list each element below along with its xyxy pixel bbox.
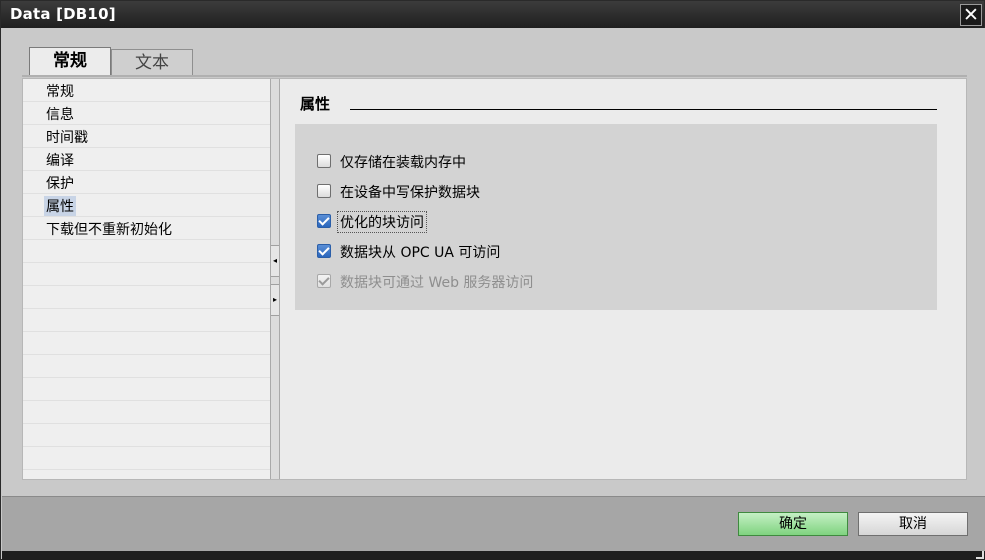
- nav-item-timestamp[interactable]: 时间戳: [23, 125, 270, 148]
- cancel-button[interactable]: 取消: [858, 512, 968, 536]
- nav-item-general[interactable]: 常规: [23, 79, 270, 102]
- tab-panel: 常规 信息 时间戳 编译 保护 属性 下载但不重新初始化 ◂ ▸ 属性 仅存储在…: [22, 78, 967, 480]
- nav-item-label: 编译: [46, 153, 74, 169]
- nav-empty-row: [23, 401, 270, 424]
- window-title: Data [DB10]: [10, 5, 116, 23]
- nav-item-label: 下载但不重新初始化: [46, 222, 172, 238]
- section-divider: [350, 109, 937, 110]
- title-bar[interactable]: Data [DB10] ✕: [1, 1, 984, 28]
- nav-item-attributes[interactable]: 属性: [23, 194, 270, 217]
- section-title: 属性: [300, 95, 331, 113]
- resize-grip-icon[interactable]: [976, 551, 984, 559]
- checkbox-label: 数据块从 OPC UA 可访问: [340, 245, 501, 261]
- nav-item-label: 属性: [44, 196, 76, 216]
- properties-pane: 属性 仅存储在装载内存中 在设备中写保护数据块 优化的块访问 数据块从 OPC …: [280, 79, 966, 479]
- nav-empty-row: [23, 286, 270, 309]
- attributes-group: 仅存储在装载内存中 在设备中写保护数据块 优化的块访问 数据块从 OPC UA …: [295, 124, 937, 310]
- checkbox[interactable]: [317, 214, 331, 228]
- nav-tree: 常规 信息 时间戳 编译 保护 属性 下载但不重新初始化: [23, 79, 270, 479]
- nav-item-compile[interactable]: 编译: [23, 148, 270, 171]
- nav-item-info[interactable]: 信息: [23, 102, 270, 125]
- nav-empty-row: [23, 424, 270, 447]
- dialog-window: Data [DB10] ✕ 常规 文本 常规 信息 时间戳 编译 保护 属性 下…: [0, 0, 985, 560]
- checkbox-label: 仅存储在装载内存中: [340, 155, 466, 171]
- checkbox[interactable]: [317, 154, 331, 168]
- nav-item-protection[interactable]: 保护: [23, 171, 270, 194]
- dialog-content: 常规 文本 常规 信息 时间戳 编译 保护 属性 下载但不重新初始化 ◂ ▸ 属…: [2, 28, 985, 496]
- status-strip: [2, 551, 985, 560]
- checkbox-label: 优化的块访问: [337, 211, 427, 233]
- nav-empty-row: [23, 309, 270, 332]
- nav-empty-row: [23, 332, 270, 355]
- close-icon[interactable]: ✕: [960, 4, 982, 26]
- dialog-footer: 确定 取消: [2, 496, 985, 552]
- nav-item-label: 常规: [46, 84, 74, 100]
- checkbox: [317, 274, 331, 288]
- ok-button[interactable]: 确定: [738, 512, 848, 536]
- nav-item-label: 保护: [46, 176, 74, 192]
- nav-item-label: 信息: [46, 107, 74, 123]
- nav-item-label: 时间戳: [46, 130, 88, 146]
- nav-item-download-no-reinit[interactable]: 下载但不重新初始化: [23, 217, 270, 240]
- checkbox-label: 数据块可通过 Web 服务器访问: [340, 275, 534, 291]
- checkbox[interactable]: [317, 244, 331, 258]
- tab-general[interactable]: 常规: [29, 47, 111, 77]
- checkbox[interactable]: [317, 184, 331, 198]
- panel-splitter[interactable]: ◂ ▸: [270, 79, 280, 479]
- nav-empty-row: [23, 240, 270, 263]
- nav-empty-row: [23, 355, 270, 378]
- arrow-left-icon[interactable]: ◂: [271, 245, 279, 277]
- tab-divider: [22, 75, 967, 77]
- nav-empty-row: [23, 447, 270, 470]
- arrow-right-icon[interactable]: ▸: [271, 284, 279, 316]
- nav-empty-row: [23, 263, 270, 286]
- tab-text[interactable]: 文本: [111, 49, 193, 75]
- checkbox-label: 在设备中写保护数据块: [340, 185, 480, 201]
- nav-empty-row: [23, 378, 270, 401]
